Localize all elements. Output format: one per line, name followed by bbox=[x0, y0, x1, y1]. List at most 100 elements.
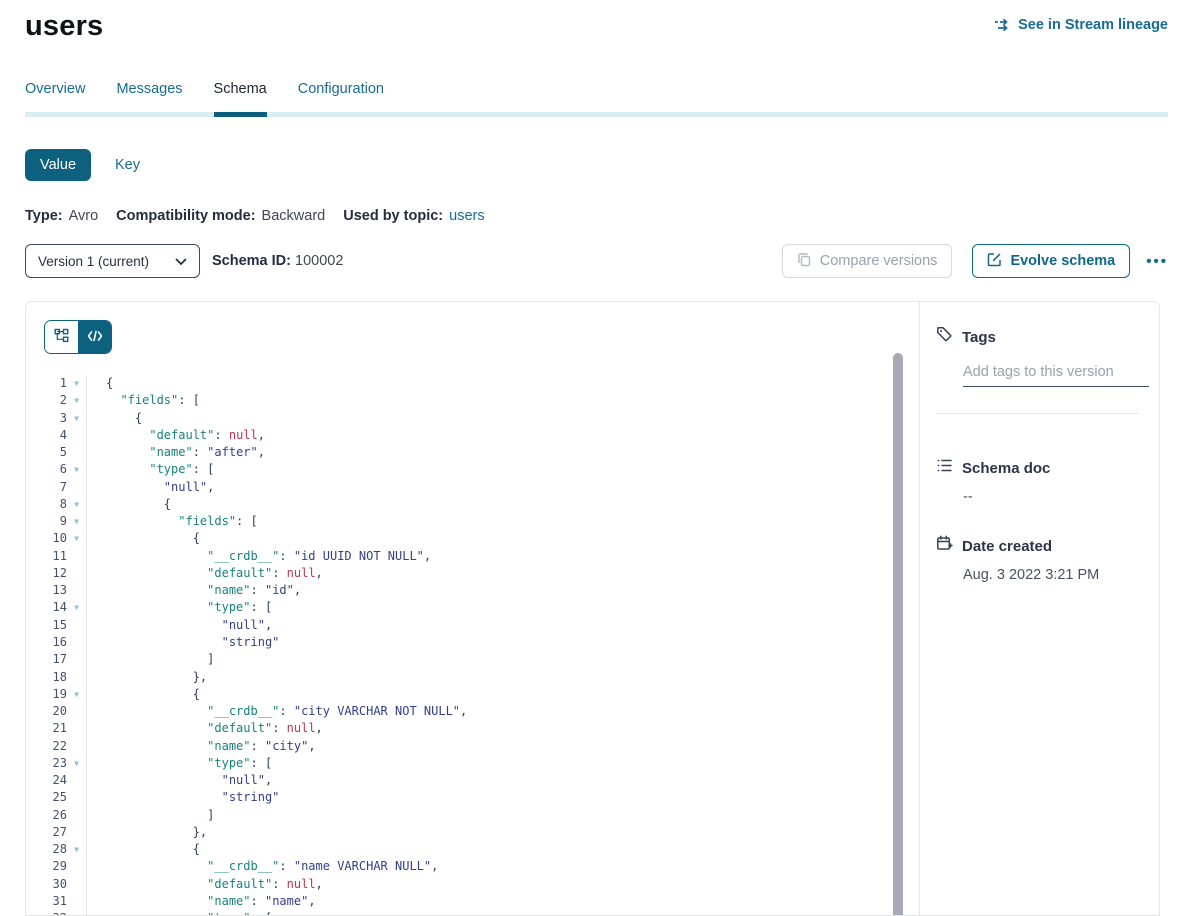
type-label: Type: bbox=[25, 208, 63, 224]
line-number: 4 bbox=[26, 427, 67, 444]
code-line: 30 "default": null, bbox=[26, 876, 919, 893]
tree-view-button[interactable] bbox=[45, 321, 78, 353]
tags-section: Tags bbox=[936, 326, 1149, 414]
fold-spacer bbox=[67, 772, 87, 789]
fold-spacer bbox=[67, 651, 87, 668]
line-number: 6 bbox=[26, 461, 67, 478]
fold-spacer bbox=[67, 427, 87, 444]
editor-scrollbar[interactable] bbox=[893, 353, 903, 915]
schema-id: Schema ID: 100002 bbox=[212, 253, 355, 269]
line-number: 16 bbox=[26, 634, 67, 651]
fold-spacer bbox=[67, 858, 87, 875]
code-line: 4 "default": null, bbox=[26, 427, 919, 444]
fold-spacer bbox=[67, 807, 87, 824]
value-toggle-button[interactable]: Value bbox=[25, 149, 91, 181]
schema-id-label: Schema ID: bbox=[212, 253, 291, 269]
fold-spacer bbox=[67, 548, 87, 565]
code-line: 18 }, bbox=[26, 669, 919, 686]
fold-spacer bbox=[67, 634, 87, 651]
fold-toggle-icon[interactable]: ▼ bbox=[67, 375, 87, 392]
tag-icon bbox=[936, 326, 953, 348]
code-text: { bbox=[87, 530, 200, 547]
chevron-down-icon bbox=[175, 254, 187, 269]
schema-meta-row: Type: Avro Compatibility mode: Backward … bbox=[25, 208, 1189, 224]
code-line: 22 "name": "city", bbox=[26, 738, 919, 755]
fold-toggle-icon[interactable]: ▼ bbox=[67, 599, 87, 616]
date-created-heading: Date created bbox=[962, 538, 1052, 555]
fold-spacer bbox=[67, 720, 87, 737]
fold-toggle-icon[interactable]: ▼ bbox=[67, 496, 87, 513]
tab-overview[interactable]: Overview bbox=[25, 81, 85, 112]
code-text: "__crdb__": "city VARCHAR NOT NULL", bbox=[87, 703, 467, 720]
tags-input[interactable] bbox=[963, 364, 1149, 387]
line-number: 24 bbox=[26, 772, 67, 789]
code-line: 28▼ { bbox=[26, 841, 919, 858]
code-line: 3▼ { bbox=[26, 410, 919, 427]
code-text: ] bbox=[87, 807, 214, 824]
code-line: 10▼ { bbox=[26, 530, 919, 547]
code-text: "null", bbox=[87, 479, 214, 496]
compare-versions-button[interactable]: Compare versions bbox=[782, 244, 953, 278]
code-text: { bbox=[87, 841, 200, 858]
line-number: 13 bbox=[26, 582, 67, 599]
code-text: "__crdb__": "id UUID NOT NULL", bbox=[87, 548, 431, 565]
code-line: 16 "string" bbox=[26, 634, 919, 651]
fold-toggle-icon[interactable]: ▼ bbox=[67, 755, 87, 772]
fold-spacer bbox=[67, 824, 87, 841]
code-line: 27 }, bbox=[26, 824, 919, 841]
fold-spacer bbox=[67, 669, 87, 686]
fold-toggle-icon[interactable]: ▼ bbox=[67, 392, 87, 409]
code-text: { bbox=[87, 496, 171, 513]
schema-page: users See in Stream lineage Overview Mes… bbox=[0, 0, 1189, 916]
line-number: 1 bbox=[26, 375, 67, 392]
fold-toggle-icon[interactable]: ▼ bbox=[67, 841, 87, 858]
code-text: }, bbox=[87, 824, 207, 841]
copy-icon bbox=[797, 252, 812, 271]
line-number: 18 bbox=[26, 669, 67, 686]
schema-editor[interactable]: 1▼{2▼ "fields": [3▼ {4 "default": null,5… bbox=[26, 302, 920, 915]
more-options-button[interactable]: ••• bbox=[1146, 253, 1168, 270]
stream-lineage-link[interactable]: See in Stream lineage bbox=[994, 17, 1168, 33]
code-text: "type": [ bbox=[87, 910, 272, 915]
code-line: 32▼ "type": [ bbox=[26, 910, 919, 915]
editor-view-toggle bbox=[44, 320, 112, 354]
tab-configuration[interactable]: Configuration bbox=[298, 81, 384, 112]
line-number: 9 bbox=[26, 513, 67, 530]
fold-toggle-icon[interactable]: ▼ bbox=[67, 461, 87, 478]
evolve-schema-button[interactable]: Evolve schema bbox=[972, 244, 1130, 278]
code-text: "name": "id", bbox=[87, 582, 301, 599]
code-text: "type": [ bbox=[87, 755, 272, 772]
version-select-value: Version 1 (current) bbox=[38, 254, 149, 269]
fold-toggle-icon[interactable]: ▼ bbox=[67, 410, 87, 427]
code-line: 31 "name": "name", bbox=[26, 893, 919, 910]
code-text: { bbox=[87, 410, 142, 427]
code-line: 13 "name": "id", bbox=[26, 582, 919, 599]
code-text: "type": [ bbox=[87, 461, 214, 478]
fold-toggle-icon[interactable]: ▼ bbox=[67, 910, 87, 915]
code-line: 21 "default": null, bbox=[26, 720, 919, 737]
code-line: 17 ] bbox=[26, 651, 919, 668]
topic-link[interactable]: users bbox=[449, 208, 484, 224]
key-value-toggle: Value Key bbox=[25, 149, 1189, 181]
line-number: 11 bbox=[26, 548, 67, 565]
version-select[interactable]: Version 1 (current) bbox=[25, 244, 200, 278]
line-number: 3 bbox=[26, 410, 67, 427]
stream-lineage-icon bbox=[994, 18, 1011, 32]
code-line: 15 "null", bbox=[26, 617, 919, 634]
fold-toggle-icon[interactable]: ▼ bbox=[67, 686, 87, 703]
key-toggle-button[interactable]: Key bbox=[115, 157, 140, 173]
compare-versions-label: Compare versions bbox=[820, 253, 938, 269]
code-text: "fields": [ bbox=[87, 392, 200, 409]
fold-toggle-icon[interactable]: ▼ bbox=[67, 530, 87, 547]
sidebar-divider bbox=[936, 413, 1139, 414]
code-text: "null", bbox=[87, 772, 272, 789]
code-view-button[interactable] bbox=[78, 321, 111, 353]
edit-icon bbox=[987, 252, 1002, 271]
code-text: "fields": [ bbox=[87, 513, 258, 530]
tab-messages[interactable]: Messages bbox=[116, 81, 182, 112]
line-number: 29 bbox=[26, 858, 67, 875]
tab-schema[interactable]: Schema bbox=[214, 81, 267, 112]
code-text: "default": null, bbox=[87, 427, 265, 444]
line-number: 31 bbox=[26, 893, 67, 910]
fold-toggle-icon[interactable]: ▼ bbox=[67, 513, 87, 530]
